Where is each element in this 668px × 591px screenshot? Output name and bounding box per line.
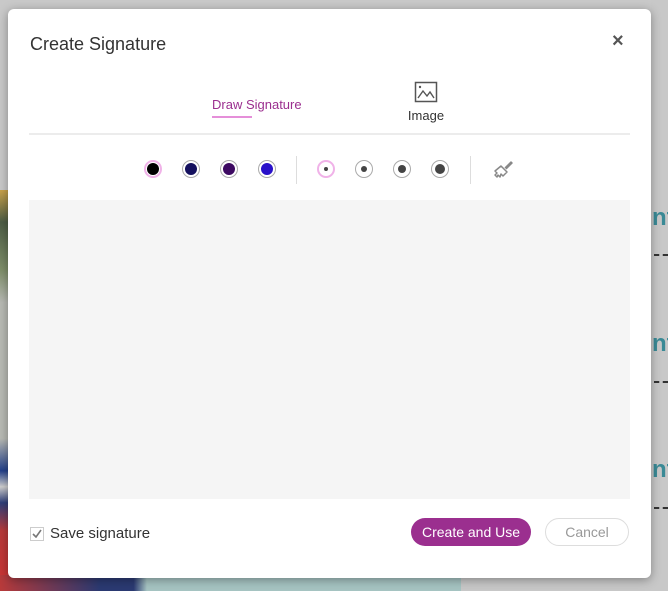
- image-icon: [414, 81, 438, 103]
- stroke-dot: [324, 167, 328, 171]
- tab-draw-signature-label: Draw Signature: [212, 97, 302, 112]
- toolbar-divider: [470, 156, 471, 184]
- active-tab-underline: [212, 116, 252, 118]
- cancel-button[interactable]: Cancel: [545, 518, 629, 546]
- color-dot: [147, 163, 159, 175]
- clear-brush-button[interactable]: [492, 159, 514, 186]
- color-swatch-purple[interactable]: [220, 160, 238, 178]
- tab-image[interactable]: Image: [404, 81, 448, 123]
- color-dot: [185, 163, 197, 175]
- tab-image-label: Image: [407, 108, 445, 123]
- tab-divider: [29, 133, 630, 135]
- stroke-size-large[interactable]: [431, 160, 449, 178]
- background-document-right: [651, 0, 668, 591]
- stroke-dot: [435, 164, 445, 174]
- color-swatch-blue[interactable]: [258, 160, 276, 178]
- checkbox[interactable]: [30, 526, 44, 541]
- color-dot: [261, 163, 273, 175]
- close-icon[interactable]: ×: [612, 31, 624, 51]
- create-signature-dialog: Create Signature × Draw Signature Image: [8, 9, 651, 578]
- background-dashed-line: [654, 254, 668, 256]
- stroke-size-extra-small[interactable]: [317, 160, 335, 178]
- background-text: nf: [652, 204, 668, 231]
- color-swatch-black[interactable]: [144, 160, 162, 178]
- signature-drawing-canvas[interactable]: [29, 200, 630, 499]
- stroke-size-small[interactable]: [355, 160, 373, 178]
- tab-draw-signature[interactable]: Draw Signature: [212, 97, 302, 118]
- background-dashed-line: [654, 381, 668, 383]
- stroke-size-medium[interactable]: [393, 160, 411, 178]
- stroke-dot: [398, 165, 406, 173]
- toolbar-divider: [296, 156, 297, 184]
- dialog-title: Create Signature: [30, 34, 167, 54]
- background-dashed-line: [654, 507, 668, 509]
- save-signature-checkbox[interactable]: Save signature: [30, 525, 150, 542]
- color-swatch-navy[interactable]: [182, 160, 200, 178]
- create-and-use-button[interactable]: Create and Use: [411, 518, 531, 546]
- background-text: nf: [652, 330, 668, 357]
- stroke-dot: [361, 166, 367, 172]
- brush-icon: [494, 161, 513, 178]
- save-signature-label: Save signature: [50, 525, 151, 542]
- checkmark-icon: [32, 529, 42, 538]
- background-text: nf: [652, 456, 668, 483]
- color-dot: [223, 163, 235, 175]
